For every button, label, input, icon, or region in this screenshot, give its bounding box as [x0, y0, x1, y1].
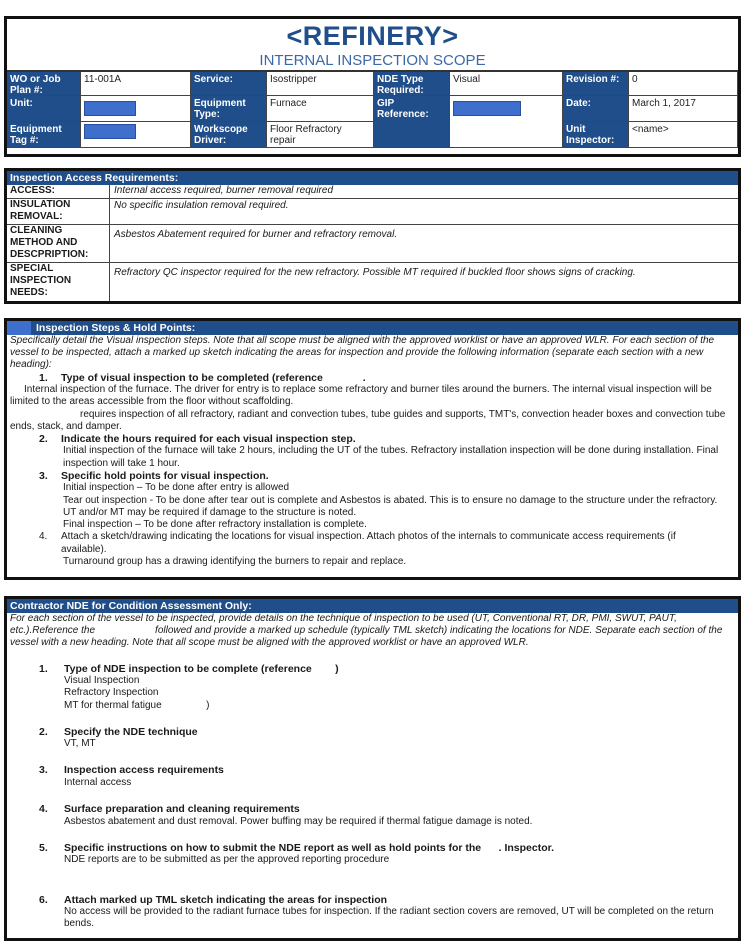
nde-item-body: VT, MT	[64, 738, 96, 750]
nde-item: 5. Specific instructions on how to submit…	[7, 842, 738, 867]
access-row: CLEANING METHOD AND DESCPRIPTION: Asbest…	[7, 225, 738, 263]
nde-item-heading: 6. Attach marked up TML sketch indicating…	[39, 893, 388, 906]
equipment-type-label: Equipment Type:	[191, 96, 267, 122]
access-label: SPECIAL INSPECTION NEEDS:	[7, 263, 110, 301]
nde-intro: For each section of the vessel to be ins…	[10, 613, 723, 649]
revision-label: Revision #:	[563, 72, 629, 96]
equipment-tag-label: Equipment Tag #:	[7, 122, 81, 148]
section-heading-text: Inspection Steps & Hold Points:	[36, 322, 196, 334]
nde-item-body: Asbestos abatement and dust removal. Pow…	[64, 815, 533, 827]
wo-label: WO or Job Plan #:	[7, 72, 81, 96]
nde-type-label: NDE Type Required:	[374, 72, 450, 96]
nde-item-body: Refractory Inspection	[64, 687, 159, 699]
redaction-block	[7, 321, 31, 335]
section-heading: Contractor NDE for Condition Assessment …	[7, 599, 738, 613]
nde-item-heading: 4. Surface preparation and cleaning requi…	[39, 803, 300, 816]
equipment-tag-value	[81, 122, 191, 148]
gip-label: GIP Reference:	[374, 96, 450, 148]
step-heading: 3. Specific hold points for visual inspec…	[39, 469, 269, 482]
nde-item: 2. Specify the NDE technique VT, MT	[7, 726, 738, 751]
nde-item-heading: 5. Specific instructions on how to submit…	[39, 841, 555, 854]
document-subtitle: INTERNAL INSPECTION SCOPE	[259, 52, 486, 69]
nde-item: 3. Inspection access requirements Interna…	[7, 764, 738, 789]
step-heading: 2. Indicate the hours required for each v…	[39, 432, 356, 445]
access-value: No specific insulation removal required.	[114, 200, 289, 211]
redaction-block	[84, 124, 136, 139]
access-label: CLEANING METHOD AND DESCPRIPTION:	[7, 225, 110, 262]
header-section: <REFINERY> INTERNAL INSPECTION SCOPE WO …	[4, 16, 741, 157]
access-row: ACCESS: Internal access required, burner…	[7, 185, 738, 199]
unit-inspector-label: Unit Inspector:	[563, 122, 629, 148]
redaction-block	[453, 101, 521, 116]
access-label: INSULATION REMOVAL:	[7, 199, 110, 224]
step-heading: 1. Type of visual inspection to be comple…	[39, 371, 366, 384]
header-fields-grid: WO or Job Plan #: 11-001A Service: Isost…	[7, 70, 738, 148]
service-label: Service:	[191, 72, 267, 96]
date-label: Date:	[563, 96, 629, 122]
step-body: Initial inspection – To be done after en…	[63, 482, 290, 494]
contractor-nde-section: Contractor NDE for Condition Assessment …	[4, 596, 741, 941]
step-body: Internal inspection of the furnace. The …	[10, 384, 712, 408]
step-body: Tear out inspection - To be done after t…	[63, 494, 718, 518]
nde-item-body: No access will be provided to the radian…	[64, 906, 714, 930]
nde-item: 4. Surface preparation and cleaning requi…	[7, 803, 738, 828]
nde-item: 6. Attach marked up TML sketch indicating…	[7, 894, 738, 931]
nde-item-body: Visual Inspection	[64, 675, 140, 687]
access-requirements-section: Inspection Access Requirements: ACCESS: …	[4, 168, 741, 304]
inspection-steps-section: Inspection Steps & Hold Points: Specific…	[4, 318, 741, 580]
access-value: Asbestos Abatement required for burner a…	[114, 229, 398, 240]
revision-value: 0	[629, 72, 738, 96]
access-row: SPECIAL INSPECTION NEEDS: Refractory QC …	[7, 263, 738, 301]
wo-value: 11-001A	[81, 72, 191, 96]
nde-item-heading: 3. Inspection access requirements	[39, 764, 224, 777]
nde-item-body: NDE reports are to be submitted as per t…	[64, 854, 390, 866]
access-row: INSULATION REMOVAL: No specific insulati…	[7, 199, 738, 225]
equipment-type-value: Furnace	[267, 96, 374, 122]
step-heading: 4. Attach a sketch/drawing indicating the…	[39, 531, 676, 555]
workscope-value: Floor Refractory repair	[267, 122, 374, 148]
service-value: Isostripper	[267, 72, 374, 96]
nde-item-heading: 1. Type of NDE inspection to be complete …	[39, 662, 339, 675]
access-label: ACCESS:	[7, 185, 110, 198]
nde-item-body: Internal access	[64, 776, 132, 788]
workscope-label: Workscope Driver:	[191, 122, 267, 148]
access-value: Refractory QC inspector required for the…	[114, 267, 636, 278]
date-value: March 1, 2017	[629, 96, 738, 122]
redaction-block	[84, 101, 136, 116]
unit-label: Unit:	[7, 96, 81, 122]
step-body: requires inspection of all refractory, r…	[10, 408, 726, 432]
section-heading: Inspection Access Requirements:	[7, 171, 738, 185]
nde-type-value: Visual	[450, 72, 563, 96]
nde-item-heading: 2. Specify the NDE technique	[39, 725, 198, 738]
gip-value	[450, 96, 563, 148]
steps-intro: Specifically detail the Visual inspectio…	[10, 335, 715, 371]
step-body: Final inspection – To be done after refr…	[63, 518, 367, 530]
section-heading: Inspection Steps & Hold Points:	[7, 321, 738, 335]
nde-item-body: MT for thermal fatigue )	[64, 699, 210, 711]
unit-inspector-value: <name>	[629, 122, 738, 148]
nde-item: 1. Type of NDE inspection to be complete …	[7, 663, 738, 712]
access-value: Internal access required, burner removal…	[114, 185, 333, 196]
unit-value	[81, 96, 191, 122]
step-body: Turnaround group has a drawing identifyi…	[63, 556, 407, 568]
document-title: <REFINERY>	[286, 21, 459, 51]
step-body: Initial inspection of the furnace will t…	[63, 445, 719, 469]
